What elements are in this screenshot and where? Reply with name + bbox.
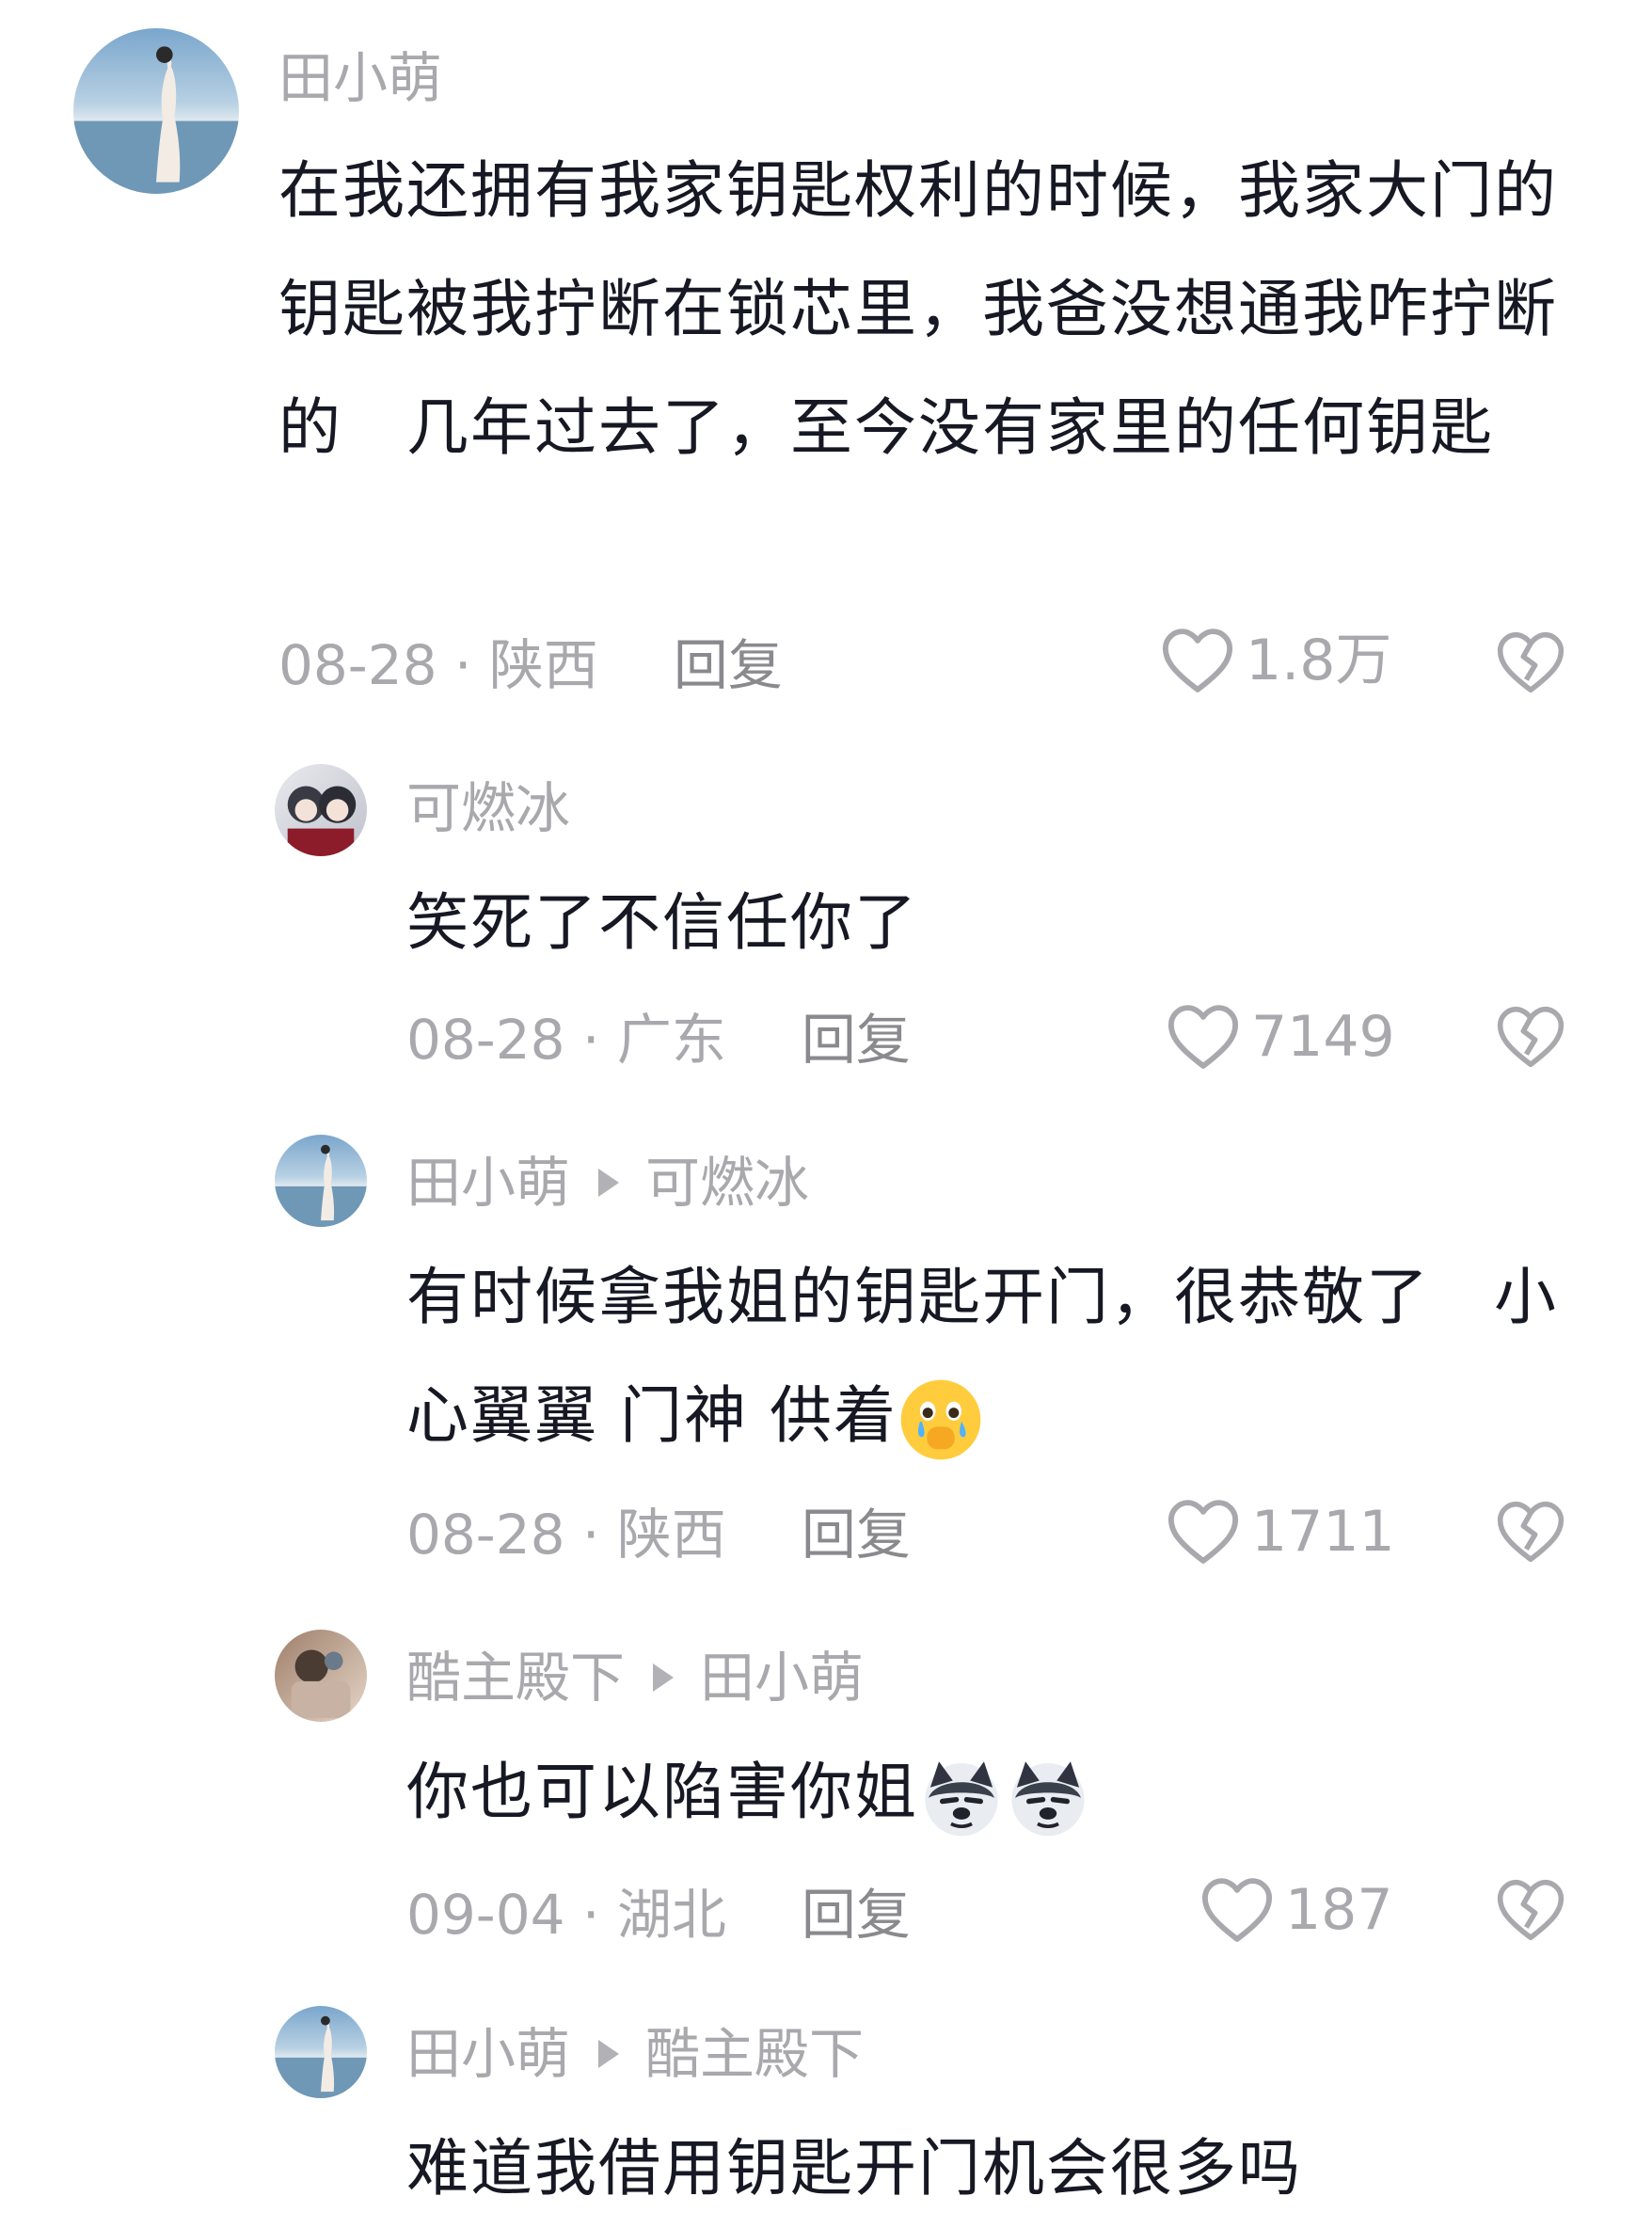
reply-arrow-icon — [598, 2040, 620, 2068]
like-button[interactable]: 7149 — [1167, 1003, 1395, 1071]
reply-header: 酷主殿下 田小萌 — [406, 1645, 864, 1711]
username[interactable]: 田小萌 — [406, 2021, 570, 2087]
broken-heart-icon[interactable] — [1496, 629, 1565, 696]
username[interactable]: 田小萌 — [278, 45, 442, 111]
comment-meta: 08-28 · 广东 回复 — [406, 1007, 911, 1073]
comment-meta: 09-04 · 湖北 回复 — [406, 1882, 911, 1948]
like-button[interactable]: 187 — [1200, 1876, 1393, 1944]
reply-to-username[interactable]: 酷主殿下 — [645, 2021, 864, 2087]
reply-button[interactable]: 回复 — [802, 1503, 911, 1567]
comment-meta: 08-28 · 陕西 回复 — [278, 632, 783, 698]
teary-hand-over-mouth-emoji — [900, 1379, 981, 1460]
heart-icon — [1162, 629, 1233, 692]
reply-button[interactable]: 回复 — [674, 633, 783, 697]
sly-dog-emoji — [1011, 1761, 1085, 1837]
broken-heart-icon[interactable] — [1496, 1003, 1565, 1071]
heart-icon — [1168, 1005, 1239, 1069]
heart-icon — [1168, 1500, 1239, 1564]
like-count: 7149 — [1251, 1004, 1395, 1070]
date-location: 09-04 · 湖北 — [406, 1883, 726, 1947]
heart-icon — [1201, 1878, 1273, 1942]
like-button[interactable]: 1711 — [1167, 1498, 1395, 1566]
comment-text: 难道我借用钥匙开门机会很多吗 — [406, 2132, 1302, 2204]
avatar[interactable] — [275, 764, 367, 856]
broken-heart-icon[interactable] — [1496, 1498, 1565, 1566]
comment-text: 有时候拿我姐的钥匙开门，很恭敬了 小心翼翼 门神 供着 — [406, 1238, 1582, 1475]
date-location: 08-28 · 陕西 — [278, 633, 598, 697]
comment-text: 你也可以陷害你姐 — [406, 1733, 1582, 1852]
reply-button[interactable]: 回复 — [802, 1883, 911, 1947]
avatar[interactable] — [275, 2006, 367, 2098]
like-count: 187 — [1285, 1877, 1393, 1943]
sly-dog-emoji — [925, 1761, 998, 1837]
avatar[interactable] — [275, 1630, 367, 1722]
date-location: 08-28 · 陕西 — [406, 1503, 726, 1567]
reply-arrow-icon — [653, 1663, 675, 1692]
reply-header: 田小萌 可燃冰 — [406, 1150, 809, 1216]
reply-to-username[interactable]: 田小萌 — [700, 1645, 864, 1711]
comment-text-body: 你也可以陷害你姐 — [406, 1756, 918, 1828]
broken-heart-icon[interactable] — [1496, 1876, 1565, 1944]
username[interactable]: 可燃冰 — [406, 775, 570, 841]
reply-button[interactable]: 回复 — [802, 1008, 911, 1072]
avatar[interactable] — [275, 1135, 367, 1227]
username[interactable]: 田小萌 — [406, 1150, 570, 1216]
like-button[interactable]: 1.8万 — [1161, 627, 1391, 694]
avatar[interactable] — [73, 28, 239, 194]
comment-text: 在我还拥有我家钥匙权利的时候，我家大门的钥匙被我拧断在锁芯里，我爸没想通我咋拧断… — [278, 154, 1558, 464]
date-location: 08-28 · 广东 — [406, 1008, 726, 1072]
reply-to-username[interactable]: 可燃冰 — [645, 1150, 809, 1216]
reply-header: 田小萌 酷主殿下 — [406, 2021, 864, 2087]
like-count: 1711 — [1251, 1499, 1395, 1565]
reply-arrow-icon — [598, 1169, 620, 1197]
username[interactable]: 酷主殿下 — [406, 1645, 625, 1711]
comment-text: 笑死了不信任你了 — [406, 886, 918, 959]
comment-meta: 08-28 · 陕西 回复 — [406, 1502, 911, 1568]
like-count: 1.8万 — [1246, 628, 1392, 693]
